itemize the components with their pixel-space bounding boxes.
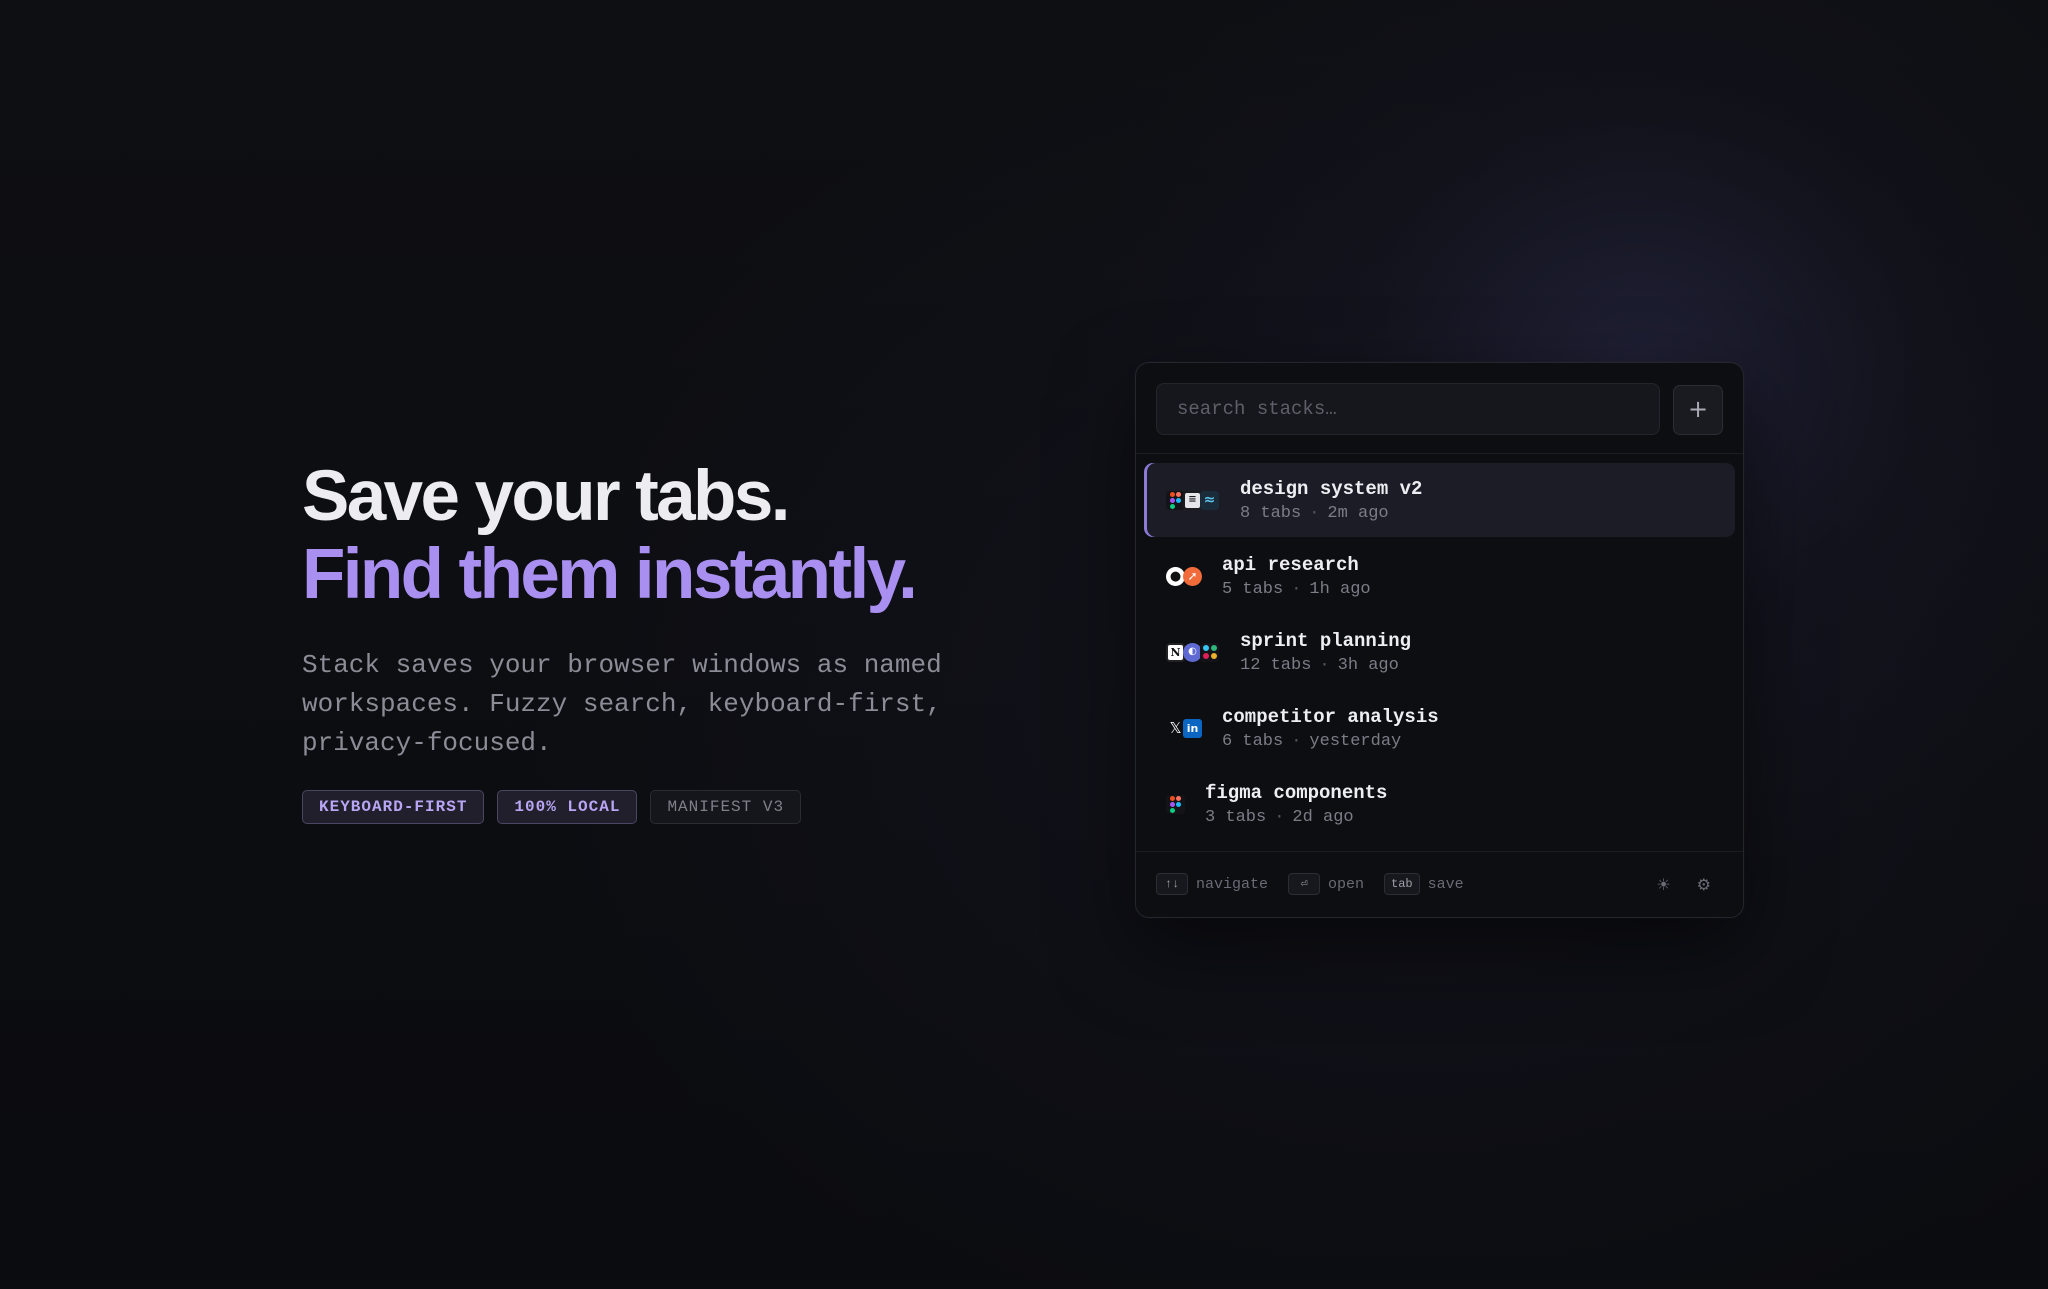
stack-time: 2m ago (1327, 504, 1389, 523)
hint-navigate: ↑↓ navigate (1156, 873, 1268, 895)
stack-item-api-research[interactable]: ● ➚ api research 5 tabs · 1h ago (1144, 539, 1735, 613)
keyboard-hints-footer: ↑↓ navigate ⏎ open tab save ☀ ⚙ (1156, 871, 1723, 897)
stack-list: ≡ ≈ design system v2 8 tabs · 2m ago ● ➚ a… (1144, 463, 1735, 843)
meta-separator: · (1274, 808, 1285, 827)
stack-name: figma components (1205, 782, 1388, 804)
meta-separator: · (1319, 656, 1330, 675)
stack-tab-count: 6 tabs (1222, 732, 1284, 751)
meta-separator: · (1309, 504, 1320, 523)
stack-item-figma-components[interactable]: figma components 3 tabs · 2d ago (1144, 767, 1735, 841)
hero-description: Stack saves your browser windows as name… (302, 650, 942, 758)
stack-favicons (1166, 793, 1185, 815)
hint-open-label: open (1328, 875, 1365, 893)
hero-title: Save your tabs. Find them instantly. (302, 458, 1002, 614)
stack-item-text: design system v2 8 tabs · 2m ago (1240, 477, 1422, 525)
stack-time: 2d ago (1292, 808, 1354, 827)
badge-local: 100% LOCAL (497, 790, 638, 824)
feature-badges: KEYBOARD-FIRST 100% LOCAL MANIFEST V3 (302, 790, 1002, 824)
meta-separator: · (1291, 580, 1302, 599)
stack-tab-count: 12 tabs (1240, 656, 1312, 675)
postman-icon: ➚ (1183, 566, 1202, 586)
hint-save-label: save (1427, 875, 1464, 893)
stack-favicons: ≡ ≈ (1166, 489, 1219, 511)
stack-item-sprint-planning[interactable]: N ◐ sprint planning 12 tabs · 3h ago (1144, 615, 1735, 689)
stack-meta: 5 tabs · 1h ago (1222, 579, 1371, 601)
stack-favicons: N ◐ (1166, 641, 1219, 663)
hint-open: ⏎ open (1288, 873, 1364, 895)
footer-actions: ☀ ⚙ (1656, 875, 1723, 894)
stack-tab-count: 8 tabs (1240, 504, 1302, 523)
stack-item-text: sprint planning 12 tabs · 3h ago (1240, 629, 1411, 677)
linkedin-icon: in (1183, 718, 1202, 738)
slack-icon (1200, 642, 1219, 662)
hint-save: tab save (1384, 873, 1464, 895)
stack-name: api research (1222, 554, 1359, 576)
hero-section: Save your tabs. Find them instantly. Sta… (302, 458, 1002, 824)
hint-navigate-label: navigate (1196, 875, 1269, 893)
stack-meta: 3 tabs · 2d ago (1205, 807, 1387, 829)
stack-name: competitor analysis (1222, 706, 1439, 728)
divider (1136, 851, 1743, 852)
stack-time: yesterday (1309, 732, 1402, 751)
stack-favicons: ● ➚ (1166, 565, 1202, 587)
stack-item-text: competitor analysis 6 tabs · yesterday (1222, 705, 1439, 753)
stack-tab-count: 5 tabs (1222, 580, 1284, 599)
stack-favicons: 𝕏 in (1166, 717, 1202, 739)
enter-key-icon: ⏎ (1288, 873, 1321, 895)
meta-separator: · (1291, 732, 1302, 751)
extension-popup: + ≡ ≈ design system v2 8 tabs·2m ag (1135, 362, 1744, 918)
wave-icon: ≈ (1200, 490, 1219, 510)
tab-key: tab (1384, 873, 1420, 895)
hero-title-line-2: Find them instantly. (302, 535, 918, 614)
stack-meta: 12 tabs · 3h ago (1240, 655, 1411, 677)
hero-title-line-1: Save your tabs. (302, 457, 790, 536)
search-input[interactable] (1156, 383, 1660, 435)
badge-keyboard-first: KEYBOARD-FIRST (302, 790, 485, 824)
sun-icon[interactable]: ☀ (1656, 875, 1670, 894)
divider (1136, 453, 1743, 454)
gear-icon[interactable]: ⚙ (1697, 875, 1711, 894)
add-stack-button[interactable]: + (1673, 385, 1723, 435)
stack-item-competitor-analysis[interactable]: 𝕏 in competitor analysis 6 tabs · yesterda… (1144, 691, 1735, 765)
search-bar: + (1156, 383, 1723, 435)
stack-meta: 6 tabs · yesterday (1222, 731, 1439, 753)
stack-item-text: api research 5 tabs · 1h ago (1222, 553, 1371, 601)
badge-manifest: MANIFEST V3 (650, 790, 802, 824)
stack-name: sprint planning (1240, 630, 1412, 652)
stack-time: 3h ago (1337, 656, 1399, 675)
stack-tab-count: 3 tabs (1205, 808, 1267, 827)
stack-item-text: figma components 3 tabs · 2d ago (1205, 781, 1387, 829)
stack-item-design-system-v2[interactable]: ≡ ≈ design system v2 8 tabs · 2m ago (1144, 463, 1735, 537)
stack-name: design system v2 (1240, 478, 1423, 500)
stack-meta: 8 tabs · 2m ago (1240, 503, 1422, 525)
figma-icon (1166, 794, 1185, 814)
stack-time: 1h ago (1309, 580, 1371, 599)
arrow-keys-icon: ↑↓ (1156, 873, 1188, 895)
